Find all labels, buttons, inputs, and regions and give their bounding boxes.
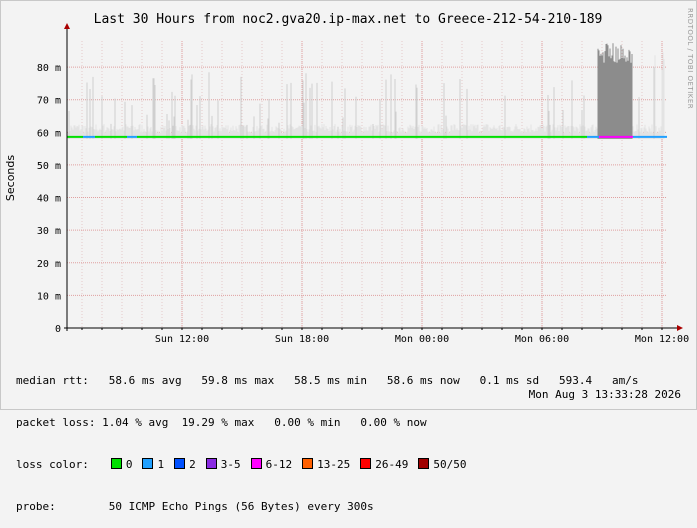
grid-lines bbox=[67, 41, 667, 329]
loss-color-text: 3-5 bbox=[220, 458, 241, 471]
y-tick-label: 50 m bbox=[37, 161, 61, 172]
loss-color-item: 13-25 bbox=[302, 458, 350, 472]
y-tick-labels: 0 10 m 20 m 30 m 40 m 50 m 60 m 70 m 80 m bbox=[37, 63, 61, 335]
loss-color-text: 26-49 bbox=[375, 458, 409, 471]
smoke-band bbox=[67, 43, 665, 139]
loss-color-row: loss color: 0 1 2 3-5 6-12 13-25 26-49 50/50 bbox=[16, 458, 639, 472]
loss-color-swatch bbox=[142, 458, 154, 469]
y-tick-label: 70 m bbox=[37, 96, 61, 107]
timestamp: Mon Aug 3 13:33:28 2026 bbox=[528, 388, 681, 401]
y-tick-label: 20 m bbox=[37, 259, 61, 270]
loss-color-swatch bbox=[360, 458, 372, 469]
loss-color-text: 13-25 bbox=[317, 458, 351, 471]
loss-color-item: 26-49 bbox=[360, 458, 408, 472]
loss-color-swatch bbox=[205, 458, 217, 469]
legend: median rtt: 58.6 ms avg 59.8 ms max 58.5… bbox=[16, 346, 639, 528]
loss-color-text: 2 bbox=[189, 458, 196, 471]
loss-color-text: 6-12 bbox=[265, 458, 293, 471]
y-axis-arrow bbox=[64, 23, 70, 29]
median-rtt-line: median rtt: 58.6 ms avg 59.8 ms max 58.5… bbox=[16, 374, 639, 387]
axes bbox=[64, 23, 683, 331]
loss-color-swatch bbox=[174, 458, 186, 469]
y-axis-label: Seconds bbox=[4, 155, 17, 201]
x-tick-labels: Sun 12:00 Sun 18:00 Mon 00:00 Mon 06:00 Mon … bbox=[155, 334, 689, 345]
loss-color-swatch bbox=[418, 458, 430, 469]
x-tick-label: Sun 12:00 bbox=[155, 334, 209, 345]
loss-color-item: 1 bbox=[142, 458, 164, 472]
probe-line: probe: 50 ICMP Echo Pings (56 Bytes) eve… bbox=[16, 500, 374, 513]
loss-color-swatches: 0 1 2 3-5 6-12 13-25 26-49 50/50 bbox=[110, 458, 477, 472]
x-tick-label: Mon 00:00 bbox=[395, 334, 449, 345]
chart-title: Last 30 Hours from noc2.gva20.ip-max.net… bbox=[94, 12, 603, 27]
loss-color-label: loss color: bbox=[16, 458, 89, 471]
y-tick-label: 80 m bbox=[37, 63, 61, 74]
loss-color-swatch bbox=[250, 458, 262, 469]
x-axis-arrow bbox=[677, 325, 683, 331]
loss-color-item: 0 bbox=[110, 458, 133, 472]
loss-color-text: 50/50 bbox=[433, 458, 467, 471]
loss-color-item: 3-5 bbox=[205, 458, 241, 472]
loss-color-swatch bbox=[110, 458, 122, 469]
y-tick-label: 0 bbox=[55, 324, 61, 335]
x-tick-label: Mon 06:00 bbox=[515, 334, 569, 345]
loss-color-text: 1 bbox=[157, 458, 165, 471]
loss-color-text: 0 bbox=[125, 458, 133, 471]
x-tick-label: Sun 18:00 bbox=[275, 334, 329, 345]
y-tick-label: 10 m bbox=[37, 291, 61, 302]
loss-color-item: 6-12 bbox=[250, 458, 293, 472]
rrdtool-watermark: RRDTOOL / TOBI OETIKER bbox=[686, 8, 694, 110]
y-tick-label: 60 m bbox=[37, 128, 61, 139]
packet-loss-line: packet loss: 1.04 % avg 19.29 % max 0.00… bbox=[16, 416, 427, 429]
y-tick-label: 40 m bbox=[37, 194, 61, 205]
loss-color-item: 2 bbox=[174, 458, 196, 472]
loss-color-item: 50/50 bbox=[418, 458, 466, 472]
loss-color-swatch bbox=[302, 458, 314, 469]
y-tick-label: 30 m bbox=[37, 226, 61, 237]
latency-chart: Last 30 Hours from noc2.gva20.ip-max.net… bbox=[4, 12, 689, 345]
x-tick-label: Mon 12:00 bbox=[635, 334, 689, 345]
